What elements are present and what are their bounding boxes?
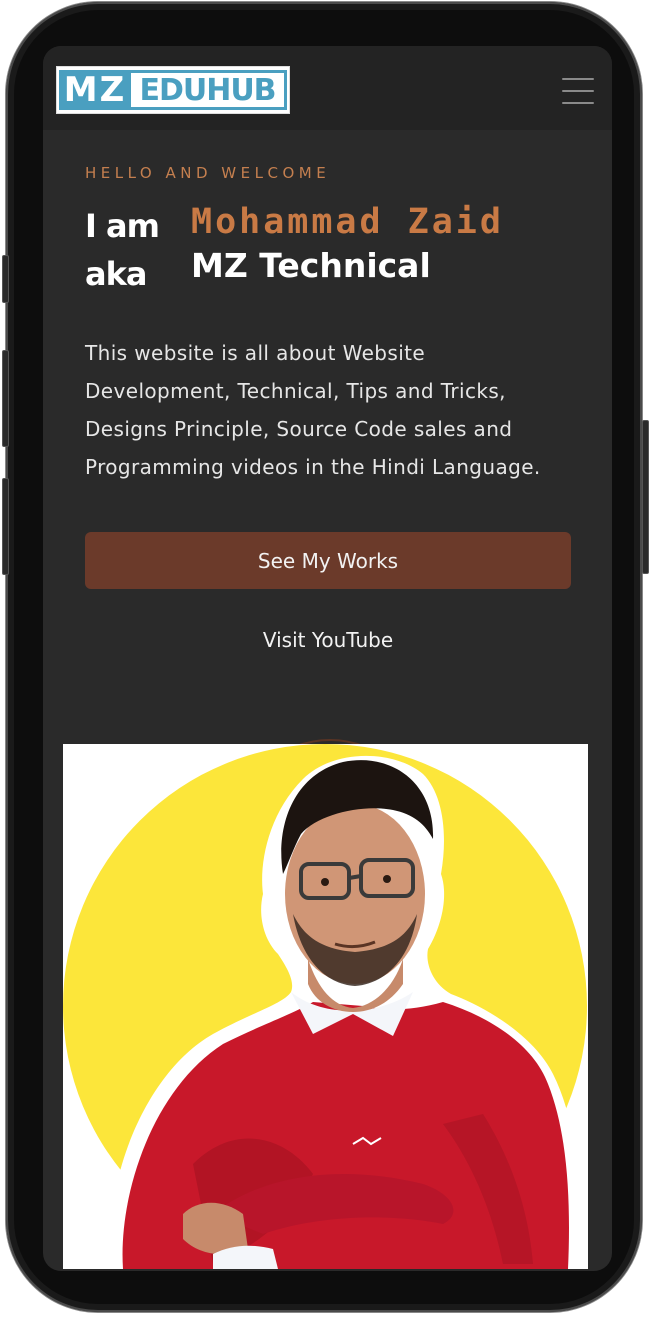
volume-up-button	[2, 350, 9, 447]
intro-line-2: aka	[85, 255, 147, 293]
visit-youtube-link[interactable]: Visit YouTube	[85, 620, 571, 660]
hero-name: Mohammad Zaid	[191, 202, 504, 242]
phone-screen: MZ EDUHUB HELLO AND WELCOME I am aka Moh…	[43, 46, 612, 1271]
profile-photo-illustration	[63, 744, 587, 1269]
see-my-works-button[interactable]: See My Works	[85, 532, 571, 589]
logo-eduhub-text: EDUHUB	[131, 70, 287, 110]
menu-bar	[562, 90, 594, 92]
logo-mz-block: MZ	[59, 70, 131, 110]
menu-bar	[562, 102, 594, 104]
hero-description: This website is all about Website Develo…	[85, 341, 541, 479]
volume-down-button	[2, 478, 9, 575]
hero-greeting: HELLO AND WELCOME	[85, 164, 331, 182]
hamburger-menu-icon[interactable]	[562, 78, 594, 104]
mute-switch	[2, 255, 9, 303]
hero-alias: MZ Technical	[191, 246, 431, 285]
site-logo[interactable]: MZ EDUHUB	[56, 66, 290, 114]
power-button	[642, 420, 649, 574]
profile-photo	[63, 744, 588, 1269]
navbar: MZ EDUHUB	[43, 46, 612, 130]
intro-line-1: I am	[85, 207, 160, 245]
menu-bar	[562, 78, 594, 80]
hero-intro: I am aka	[85, 202, 185, 298]
